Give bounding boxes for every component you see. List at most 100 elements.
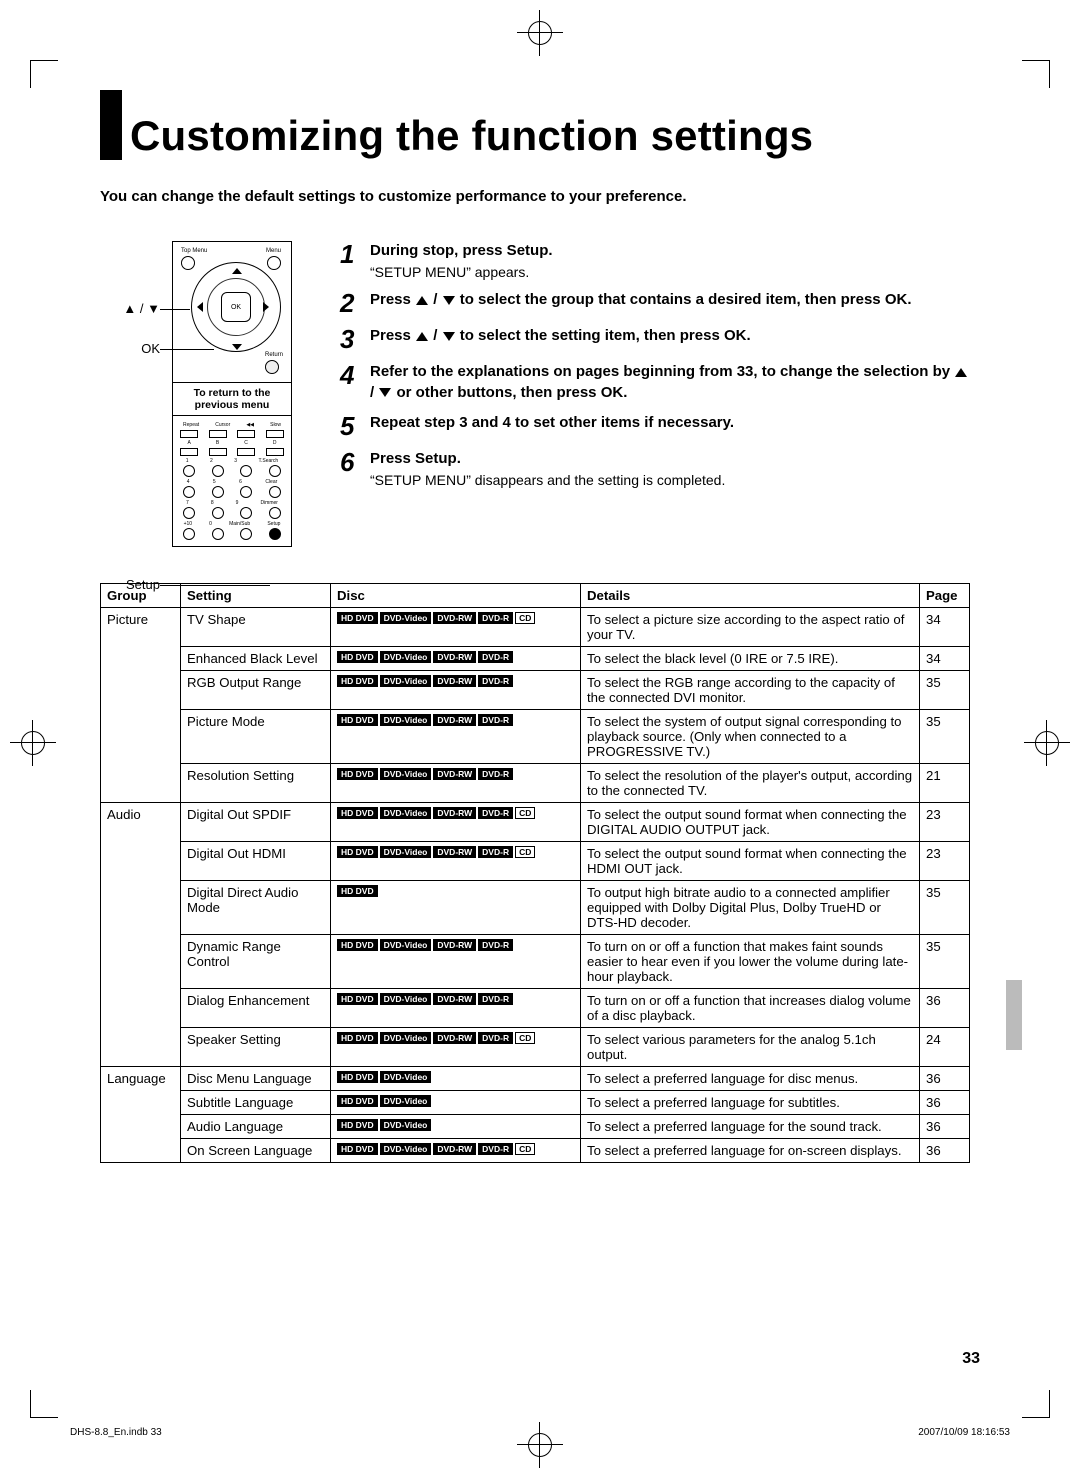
disc-cell: HD DVDDVD-VideoDVD-RWDVD-R [331,647,581,671]
disc-badge-dvdrw: DVD-RW [433,651,476,663]
setting-cell: Dialog Enhancement [181,989,331,1028]
disc-badge-dvdrw: DVD-RW [433,675,476,687]
table-row: Picture ModeHD DVDDVD-VideoDVD-RWDVD-RTo… [101,710,970,764]
step-title: Press / to select the group that contain… [370,290,970,310]
table-row: AudioDigital Out SPDIFHD DVDDVD-VideoDVD… [101,803,970,842]
step-number: 3 [340,326,370,352]
callout-setup: Setup [100,577,160,592]
crop-mark [30,60,58,88]
setting-cell: Picture Mode [181,710,331,764]
step-number: 6 [340,449,370,488]
crop-mark [1022,1390,1050,1418]
details-cell: To select the resolution of the player's… [581,764,920,803]
disc-cell: HD DVDDVD-VideoDVD-RWDVD-R [331,764,581,803]
ok-button: OK [221,292,251,322]
disc-badge-dvdvideo: DVD-Video [380,1119,432,1131]
disc-badge-hddvd: HD DVD [337,675,378,687]
disc-badge-cd: CD [515,807,535,819]
details-cell: To select a preferred language for on-sc… [581,1139,920,1163]
disc-badge-dvdr: DVD-R [478,714,513,726]
disc-badge-dvdrw: DVD-RW [433,1143,476,1155]
step-number: 4 [340,362,370,403]
disc-badge-dvdvideo: DVD-Video [380,846,432,858]
disc-badge-hddvd: HD DVD [337,1095,378,1107]
disc-badge-dvdrw: DVD-RW [433,993,476,1005]
registration-mark [1024,720,1070,766]
disc-cell: HD DVDDVD-VideoDVD-RWDVD-R [331,989,581,1028]
group-cell: Picture [101,608,181,803]
page-cell: 36 [920,1091,970,1115]
disc-badge-dvdvideo: DVD-Video [380,768,432,780]
disc-badge-hddvd: HD DVD [337,768,378,780]
page-cell: 36 [920,1115,970,1139]
menu-button [267,256,281,270]
details-cell: To select a preferred language for the s… [581,1115,920,1139]
disc-cell: HD DVDDVD-Video [331,1091,581,1115]
details-cell: To output high bitrate audio to a connec… [581,881,920,935]
registration-mark [517,10,563,56]
details-cell: To select a picture size according to th… [581,608,920,647]
disc-badge-dvdrw: DVD-RW [433,807,476,819]
disc-cell: HD DVDDVD-VideoDVD-RWDVD-R [331,935,581,989]
page-cell: 36 [920,989,970,1028]
setting-cell: On Screen Language [181,1139,331,1163]
table-row: Dynamic Range ControlHD DVDDVD-VideoDVD-… [101,935,970,989]
return-button [265,360,279,374]
disc-badge-hddvd: HD DVD [337,1032,378,1044]
setting-cell: Audio Language [181,1115,331,1139]
up-arrow-icon [232,268,242,274]
disc-badge-hddvd: HD DVD [337,939,378,951]
disc-badge-hddvd: HD DVD [337,807,378,819]
disc-badge-dvdvideo: DVD-Video [380,1095,432,1107]
disc-cell: HD DVDDVD-VideoDVD-RWDVD-R [331,710,581,764]
page-cell: 35 [920,671,970,710]
disc-badge-dvdvideo: DVD-Video [380,1071,432,1083]
setting-cell: Dynamic Range Control [181,935,331,989]
group-cell: Language [101,1067,181,1163]
th-setting: Setting [181,584,331,608]
setup-button [269,528,281,540]
up-triangle-icon [955,368,967,377]
disc-badge-hddvd: HD DVD [337,714,378,726]
step-number: 2 [340,290,370,316]
step-subtext: “SETUP MENU” disappears and the setting … [370,472,970,488]
page-cell: 23 [920,803,970,842]
step-subtext: “SETUP MENU” appears. [370,264,970,280]
page-cell: 36 [920,1139,970,1163]
disc-badge-cd: CD [515,612,535,624]
page-cell: 21 [920,764,970,803]
table-row: Dialog EnhancementHD DVDDVD-VideoDVD-RWD… [101,989,970,1028]
right-arrow-icon [263,302,269,312]
step-title: Press Setup. [370,449,970,469]
disc-badge-dvdrw: DVD-RW [433,612,476,624]
table-row: RGB Output RangeHD DVDDVD-VideoDVD-RWDVD… [101,671,970,710]
disc-badge-dvdrw: DVD-RW [433,714,476,726]
footer-file: DHS-8.8_En.indb 33 [70,1427,162,1438]
intro-text: You can change the default settings to c… [100,188,970,205]
disc-cell: HD DVDDVD-VideoDVD-RWDVD-RCD [331,1139,581,1163]
setting-cell: Enhanced Black Level [181,647,331,671]
disc-badge-hddvd: HD DVD [337,1119,378,1131]
disc-badge-hddvd: HD DVD [337,612,378,624]
down-triangle-icon [443,332,455,341]
disc-badge-dvdr: DVD-R [478,1143,513,1155]
page-cell: 36 [920,1067,970,1091]
disc-cell: HD DVDDVD-VideoDVD-RWDVD-RCD [331,803,581,842]
disc-badge-dvdr: DVD-R [478,939,513,951]
disc-badge-dvdr: DVD-R [478,993,513,1005]
details-cell: To select various parameters for the ana… [581,1028,920,1067]
disc-badge-dvdvideo: DVD-Video [380,714,432,726]
disc-badge-dvdrw: DVD-RW [433,1032,476,1044]
details-cell: To select the RGB range according to the… [581,671,920,710]
disc-badge-cd: CD [515,846,535,858]
details-cell: To select a preferred language for disc … [581,1067,920,1091]
table-row: Audio Language HD DVDDVD-Video To select a… [101,1115,970,1139]
disc-cell: HD DVDDVD-Video [331,1067,581,1091]
title-accent-bar [100,90,122,160]
th-disc: Disc [331,584,581,608]
disc-badge-dvdrw: DVD-RW [433,846,476,858]
page-cell: 23 [920,842,970,881]
disc-badge-hddvd: HD DVD [337,885,378,897]
details-cell: To select the black level (0 IRE or 7.5 … [581,647,920,671]
disc-badge-hddvd: HD DVD [337,993,378,1005]
